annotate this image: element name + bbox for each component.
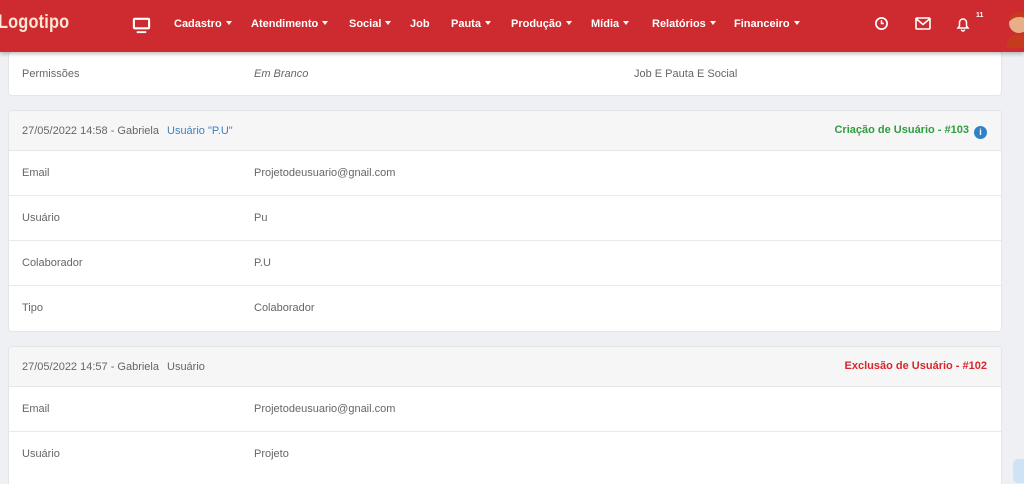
- nav-producao[interactable]: Produção: [511, 18, 572, 30]
- nav-financeiro[interactable]: Financeiro: [734, 18, 800, 30]
- log-date: 27/05/2022 14:57 - Gabriela: [22, 361, 159, 373]
- notification-count-badge: 11: [976, 12, 984, 19]
- row-value: Projetodeusuario@gnail.com: [254, 167, 396, 179]
- row-value: P.U: [254, 257, 271, 269]
- log-meta: 27/05/2022 14:57 - Gabriela Usuário: [22, 361, 205, 373]
- caret-down-icon: [709, 21, 716, 25]
- mail-icon[interactable]: [915, 16, 931, 31]
- nav-midia[interactable]: Mídia: [591, 18, 630, 30]
- log-meta: 27/05/2022 14:58 - Gabriela Usuário "P.U": [22, 125, 233, 137]
- caret-down-icon: [623, 21, 630, 25]
- row-label: Permissões: [22, 68, 80, 80]
- table-row: Usuário Pu: [9, 196, 1001, 241]
- caret-down-icon: [793, 21, 800, 25]
- log-card-header: 27/05/2022 14:58 - Gabriela Usuário "P.U"…: [9, 111, 1001, 151]
- permissions-card: Permissões Em Branco Job E Pauta E Socia…: [8, 51, 1002, 96]
- nav-job[interactable]: Job: [410, 18, 430, 30]
- row-label: Email: [22, 167, 50, 179]
- nav-cadastro[interactable]: Cadastro: [174, 18, 232, 30]
- row-label: Email: [22, 403, 50, 415]
- log-target: Usuário: [167, 361, 205, 373]
- desktop-icon[interactable]: [132, 16, 151, 35]
- permissions-row: Permissões Em Branco Job E Pauta E Socia…: [9, 52, 1001, 97]
- log-card-deletion: 27/05/2022 14:57 - Gabriela Usuário Exclu…: [8, 346, 1002, 484]
- row-value: Colaborador: [254, 302, 315, 314]
- row-value: Pu: [254, 212, 268, 224]
- row-label: Usuário: [22, 448, 60, 460]
- row-value: Em Branco: [254, 68, 309, 80]
- table-row: Email Projetodeusuario@gnail.com: [9, 387, 1001, 432]
- row-label: Usuário: [22, 212, 60, 224]
- log-card-creation: 27/05/2022 14:58 - Gabriela Usuário "P.U"…: [8, 110, 1002, 332]
- nav-relatorios[interactable]: Relatórios: [652, 18, 716, 30]
- chat-icon[interactable]: [1013, 459, 1024, 483]
- row-extra-value: Job E Pauta E Social: [634, 68, 738, 80]
- nav-social[interactable]: Social: [349, 18, 392, 30]
- table-row: Colaborador P.U: [9, 241, 1001, 286]
- log-action-title: Exclusão de Usuário - #102: [844, 360, 987, 372]
- log-date: 27/05/2022 14:58 - Gabriela: [22, 125, 159, 137]
- nav-pauta[interactable]: Pauta: [451, 18, 491, 30]
- row-label: Colaborador: [22, 257, 83, 269]
- top-navbar: Logotipo Cadastro Atendimento Social Job…: [0, 0, 1024, 52]
- caret-down-icon: [565, 21, 572, 25]
- table-row: Tipo Colaborador: [9, 286, 1001, 331]
- log-card-header: 27/05/2022 14:57 - Gabriela Usuário Exclu…: [9, 347, 1001, 387]
- caret-down-icon: [225, 21, 232, 25]
- table-row: Usuário Projeto: [9, 432, 1001, 477]
- table-row: Email Projetodeusuario@gnail.com: [9, 151, 1001, 196]
- log-action-title: Criação de Usuário - #103 i: [834, 124, 987, 139]
- bell-icon[interactable]: [955, 16, 971, 32]
- row-value: Projetodeusuario@gnail.com: [254, 403, 396, 415]
- info-icon[interactable]: i: [974, 126, 987, 139]
- log-target-link[interactable]: Usuário "P.U": [167, 125, 233, 137]
- caret-down-icon: [322, 21, 329, 25]
- nav-atendimento[interactable]: Atendimento: [251, 18, 329, 30]
- logo[interactable]: Logotipo: [0, 12, 69, 34]
- row-label: Tipo: [22, 302, 43, 314]
- avatar[interactable]: [1004, 10, 1024, 48]
- row-value: Projeto: [254, 448, 289, 460]
- caret-down-icon: [385, 21, 392, 25]
- caret-down-icon: [484, 21, 491, 25]
- clock-icon[interactable]: [874, 16, 889, 31]
